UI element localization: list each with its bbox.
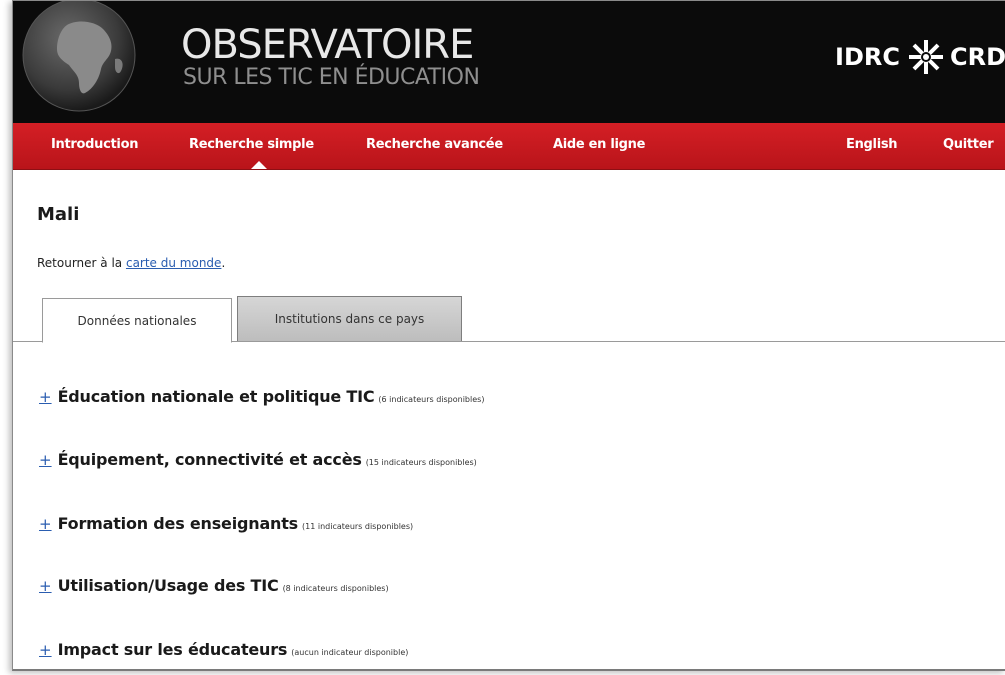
site-subtitle: SUR LES TIC EN ÉDUCATION: [183, 65, 480, 90]
expand-toggle[interactable]: +: [39, 385, 52, 409]
back-suffix: .: [221, 256, 226, 270]
section-national-education: + Éducation nationale et politique TIC (6 …: [39, 385, 484, 412]
world-map-link[interactable]: carte du monde: [126, 256, 221, 270]
section-ict-usage: + Utilisation/Usage des TIC (8 indicateurs…: [39, 574, 389, 601]
section-title[interactable]: Éducation nationale et politique TIC: [58, 387, 375, 406]
section-educator-impact: + Impact sur les éducateurs (aucun indicat…: [39, 638, 408, 665]
asterisk-logo-icon: [908, 40, 943, 74]
nav-advanced-search[interactable]: Recherche avancée: [366, 123, 503, 169]
browser-page: OBSERVATOIRE SUR LES TIC EN ÉDUCATION ID…: [12, 0, 1005, 671]
section-title[interactable]: Formation des enseignants: [58, 514, 299, 533]
globe-icon: [22, 1, 136, 112]
nav-quit[interactable]: Quitter: [943, 123, 994, 169]
section-teacher-training: + Formation des enseignants (11 indicateur…: [39, 512, 413, 539]
main-nav: Introduction Recherche simple Recherche …: [13, 123, 1005, 170]
nav-introduction[interactable]: Introduction: [51, 123, 138, 169]
tab-national-data[interactable]: Données nationales: [42, 298, 232, 343]
back-prefix: Retourner à la: [37, 256, 126, 270]
indicator-count: (11 indicateurs disponibles): [302, 522, 414, 531]
site-title: OBSERVATOIRE: [181, 22, 474, 68]
expand-toggle[interactable]: +: [39, 448, 52, 472]
indicator-count: (15 indicateurs disponibles): [365, 458, 477, 467]
indicator-count: (6 indicateurs disponibles): [378, 395, 485, 404]
section-title[interactable]: Utilisation/Usage des TIC: [58, 576, 279, 595]
section-equipment: + Équipement, connectivité et accès (15 in…: [39, 448, 477, 475]
partner-logo: IDRC CRD: [835, 37, 1005, 77]
nav-online-help[interactable]: Aide en ligne: [553, 123, 645, 169]
site-banner: OBSERVATOIRE SUR LES TIC EN ÉDUCATION ID…: [13, 1, 1005, 123]
indicator-count: (8 indicateurs disponibles): [282, 584, 389, 593]
partner-name-right: CRD: [949, 43, 1005, 71]
back-to-map-line: Retourner à la carte du monde.: [37, 255, 225, 271]
partner-name-left: IDRC: [835, 43, 900, 71]
expand-toggle[interactable]: +: [39, 574, 52, 598]
tab-institutions[interactable]: Institutions dans ce pays: [237, 296, 462, 341]
section-title[interactable]: Impact sur les éducateurs: [58, 640, 288, 659]
nav-language-english[interactable]: English: [846, 123, 898, 169]
expand-toggle[interactable]: +: [39, 638, 52, 662]
indicator-count: (aucun indicateur disponible): [291, 648, 409, 657]
active-nav-indicator: [251, 161, 267, 169]
expand-toggle[interactable]: +: [39, 512, 52, 536]
page-title: Mali: [37, 204, 80, 225]
section-title[interactable]: Équipement, connectivité et accès: [58, 450, 362, 469]
